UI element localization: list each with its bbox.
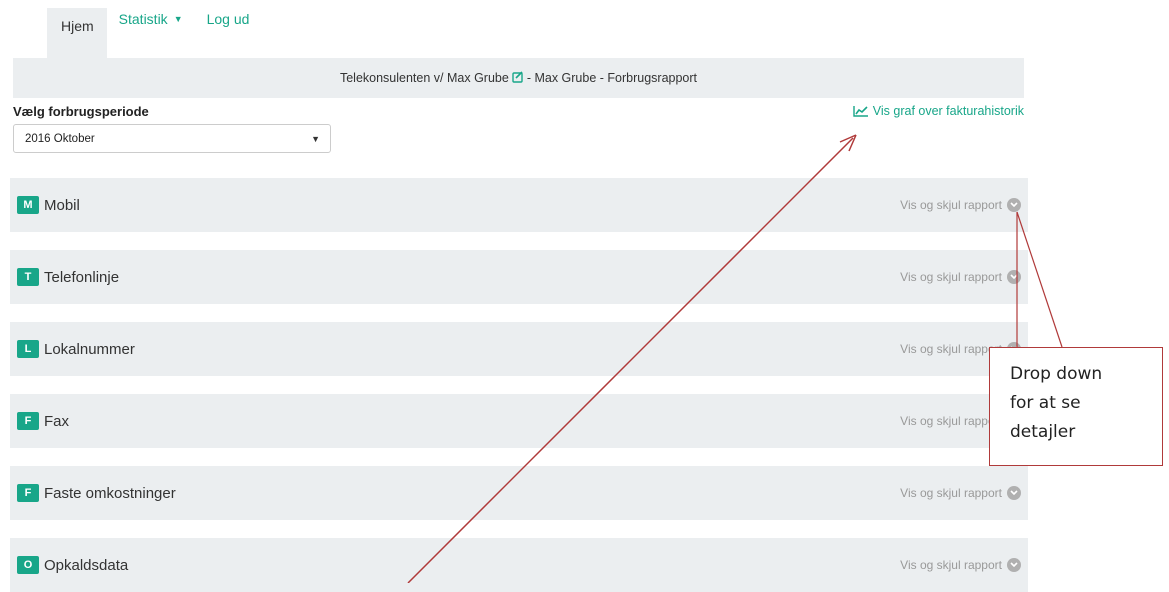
line-chart-icon bbox=[853, 106, 868, 117]
section-faste-omkostninger[interactable]: F Faste omkostninger Vis og skjul rappor… bbox=[10, 466, 1028, 520]
nav-logout-label: Log ud bbox=[206, 11, 250, 27]
toggle-label: Vis og skjul rapport bbox=[900, 198, 1002, 212]
section-badge: M bbox=[17, 196, 39, 214]
nav-statistik-label: Statistik bbox=[118, 11, 168, 27]
toggle-label: Vis og skjul rapport bbox=[900, 414, 1002, 428]
company-name: Telekonsulenten v/ Max Grube bbox=[339, 71, 509, 85]
section-title: Telefonlinje bbox=[44, 268, 120, 286]
section-lokalnummer[interactable]: L Lokalnummer Vis og skjul rapport bbox=[10, 322, 1028, 376]
toggle-report[interactable]: Vis og skjul rapport bbox=[900, 270, 1021, 284]
section-mobil[interactable]: M Mobil Vis og skjul rapport bbox=[10, 178, 1028, 232]
edit-icon[interactable] bbox=[512, 70, 524, 86]
toggle-report[interactable]: Vis og skjul rapport bbox=[900, 198, 1021, 212]
section-telefonlinje[interactable]: T Telefonlinje Vis og skjul rapport bbox=[10, 250, 1028, 304]
callout-line: Drop down bbox=[1010, 364, 1103, 384]
section-title: Faste omkostninger bbox=[44, 484, 176, 502]
section-title: Fax bbox=[44, 412, 70, 430]
section-badge: O bbox=[17, 556, 39, 574]
toggle-report[interactable]: Vis og skjul rapport bbox=[900, 558, 1021, 572]
chevron-down-icon[interactable] bbox=[1007, 198, 1021, 212]
section-badge: F bbox=[17, 484, 39, 502]
chevron-down-icon[interactable] bbox=[1007, 270, 1021, 284]
report-header: Telekonsulenten v/ Max Grube - Max Grube… bbox=[13, 58, 1024, 98]
section-opkaldsdata[interactable]: O Opkaldsdata Vis og skjul rapport bbox=[10, 538, 1028, 592]
nav-home[interactable]: Hjem bbox=[47, 8, 107, 58]
invoice-history-graph-link[interactable]: Vis graf over fakturahistorik bbox=[853, 104, 1024, 118]
dropdown-arrow-icon: ▼ bbox=[311, 133, 320, 144]
caret-down-icon: ▼ bbox=[173, 14, 183, 24]
section-fax[interactable]: F Fax Vis og skjul rapport bbox=[10, 394, 1028, 448]
toggle-label: Vis og skjul rapport bbox=[900, 486, 1002, 500]
nav-home-label: Hjem bbox=[61, 18, 94, 34]
section-badge: F bbox=[17, 412, 39, 430]
period-selected-value: 2016 Oktober bbox=[25, 132, 95, 145]
graph-link-label: Vis graf over fakturahistorik bbox=[872, 104, 1024, 118]
chevron-down-icon[interactable] bbox=[1007, 486, 1021, 500]
period-label: Vælg forbrugsperiode bbox=[13, 104, 149, 119]
callout-line: detajler bbox=[1010, 422, 1076, 442]
section-title: Mobil bbox=[44, 196, 80, 214]
section-badge: T bbox=[17, 268, 39, 286]
chevron-down-icon[interactable] bbox=[1007, 558, 1021, 572]
report-title: - Max Grube - Forbrugsrapport bbox=[526, 71, 698, 85]
main-nav: Hjem Statistik ▼ Log ud bbox=[47, 8, 261, 58]
toggle-label: Vis og skjul rapport bbox=[900, 558, 1002, 572]
annotation-callout: Drop down for at se detajler bbox=[989, 347, 1163, 466]
nav-statistik[interactable]: Statistik ▼ bbox=[107, 8, 195, 44]
section-title: Lokalnummer bbox=[44, 340, 135, 358]
section-title: Opkaldsdata bbox=[44, 556, 129, 574]
nav-logout[interactable]: Log ud bbox=[195, 8, 262, 44]
toggle-label: Vis og skjul rapport bbox=[900, 270, 1002, 284]
toggle-label: Vis og skjul rapport bbox=[900, 342, 1002, 356]
callout-line: for at se bbox=[1010, 393, 1081, 413]
toggle-report[interactable]: Vis og skjul rapport bbox=[900, 486, 1021, 500]
section-badge: L bbox=[17, 340, 39, 358]
period-select[interactable]: 2016 Oktober ▼ bbox=[13, 124, 331, 153]
